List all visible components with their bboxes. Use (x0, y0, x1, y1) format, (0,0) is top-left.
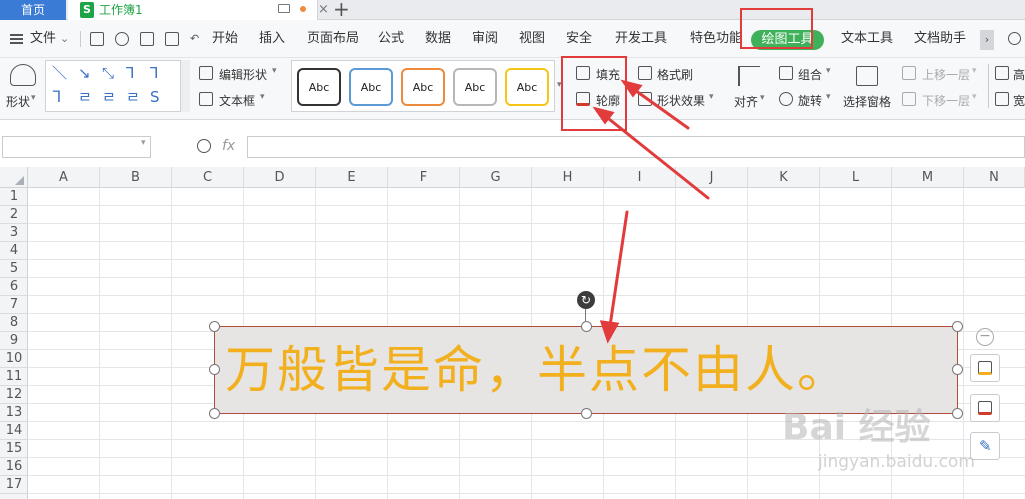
arrow-to-shape-head (599, 320, 620, 344)
watermark-logo: Bai 经验 (782, 407, 931, 448)
arrow-to-fill (630, 86, 690, 130)
arrow-to-shape (608, 210, 629, 328)
watermark-url: jingyan.baidu.com (818, 452, 975, 472)
arrow-to-outline (602, 113, 710, 200)
